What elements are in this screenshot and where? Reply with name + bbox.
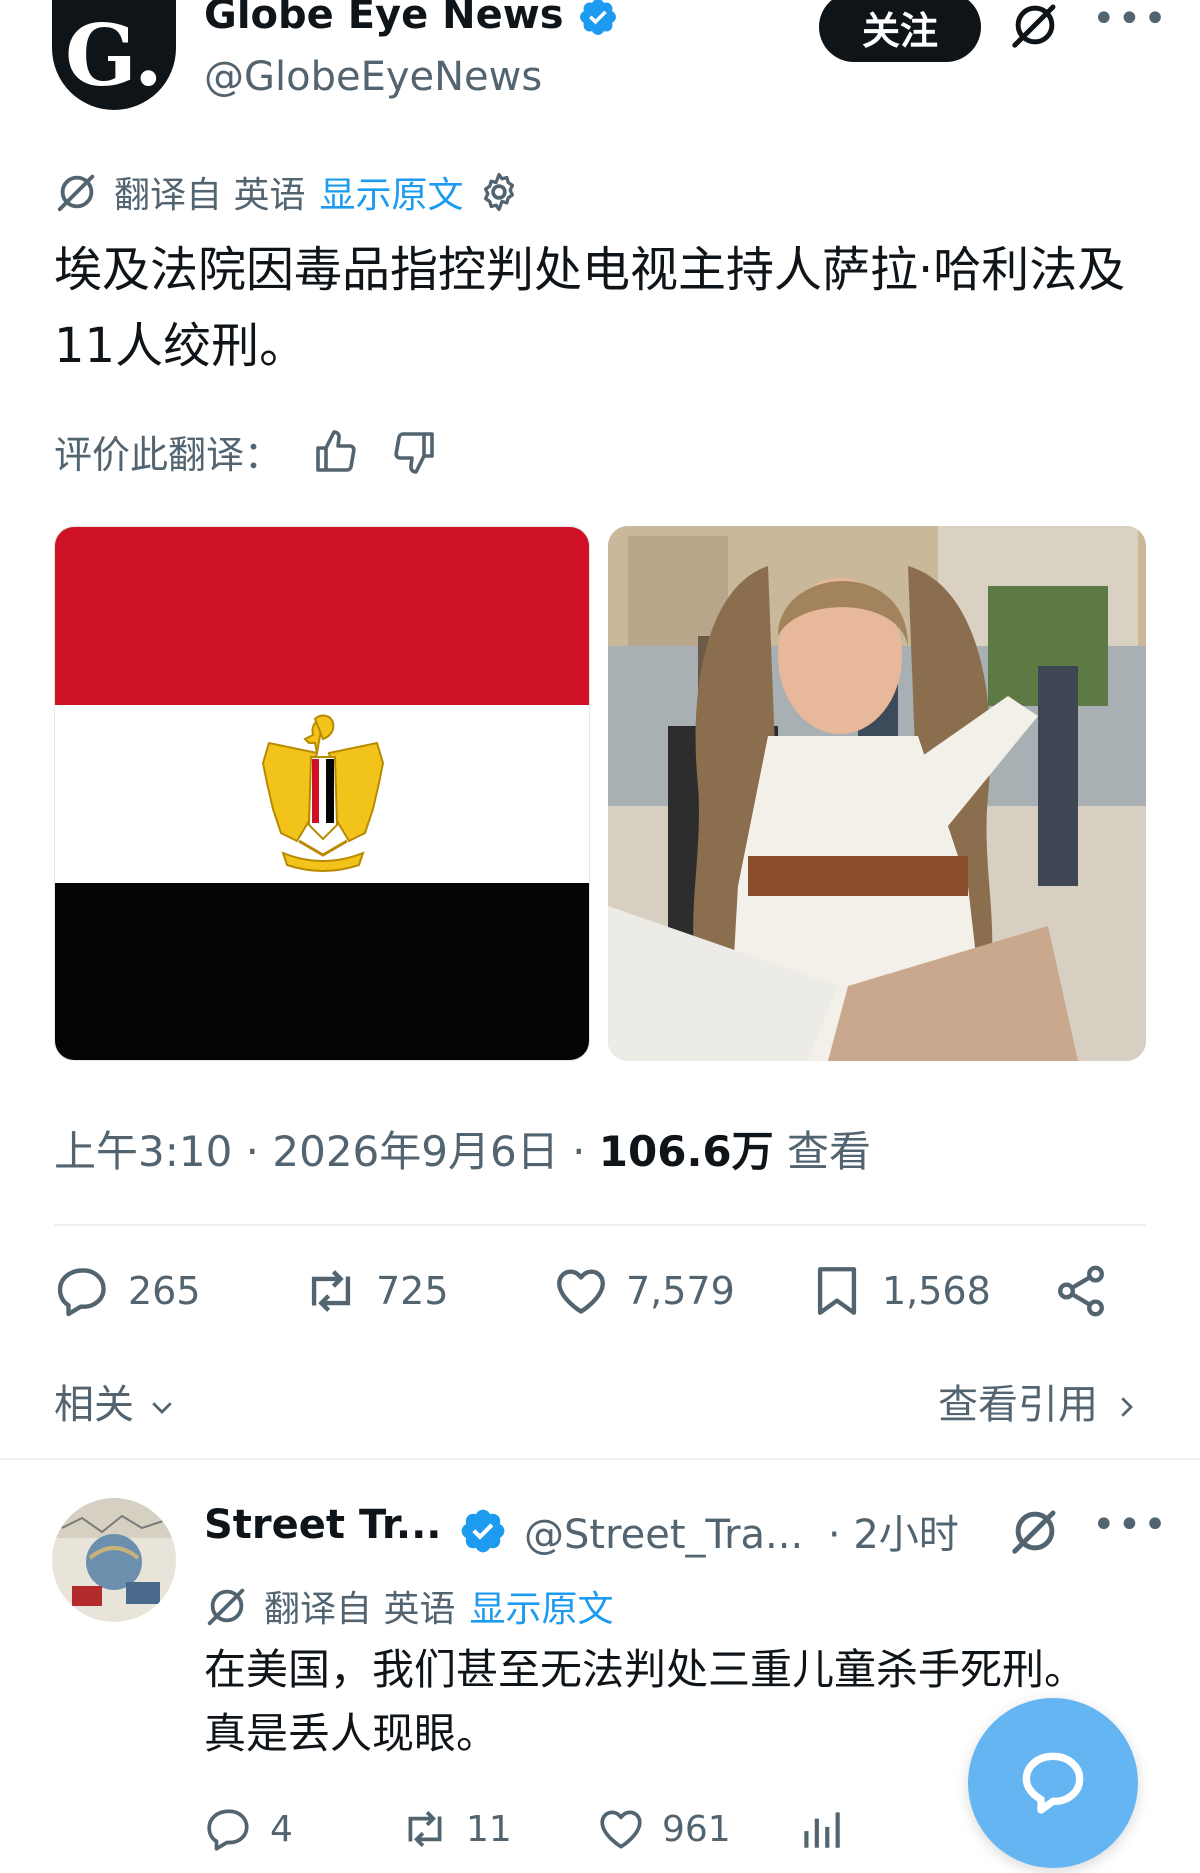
reply-author-name[interactable]: Street Tr... xyxy=(204,1502,441,1548)
translate-icon xyxy=(207,1588,245,1626)
meta-separator: · xyxy=(232,1127,273,1176)
reply-time: · 2小时 xyxy=(827,1512,959,1558)
thumbs-up-icon[interactable] xyxy=(312,428,360,476)
post-text: 埃及法院因毒品指控判处电视主持人萨拉·哈利法及11人绞刑。 xyxy=(54,242,1126,374)
reply-reply-action[interactable]: 4 xyxy=(204,1804,400,1854)
like-action[interactable]: 7,579 xyxy=(552,1262,808,1320)
repost-count: 725 xyxy=(376,1269,449,1313)
like-count: 7,579 xyxy=(626,1269,735,1313)
reply-text: 在美国，我们甚至无法判处三重儿童杀手死刑。真是丢人现眼。 xyxy=(204,1645,1087,1758)
bookmark-action[interactable]: 1,568 xyxy=(808,1262,1052,1320)
reply-reply-count: 4 xyxy=(270,1808,293,1850)
reply-icon xyxy=(207,1809,249,1851)
author-handle[interactable]: @GlobeEyeNews xyxy=(204,54,542,100)
view-count: 106.6万 xyxy=(598,1127,774,1176)
view-quotes-label: 查看引用 xyxy=(938,1382,1098,1428)
rate-translation-label: 评价此翻译： xyxy=(54,433,283,477)
reply-author-handle[interactable]: @Street_Tra... · 2小时 xyxy=(524,1502,959,1560)
more-options-icon[interactable]: ••• xyxy=(1092,0,1169,42)
thumbs-down-icon[interactable] xyxy=(390,428,438,476)
like-icon xyxy=(557,1269,605,1314)
reply-repost-count: 11 xyxy=(466,1808,512,1850)
bookmark-icon xyxy=(817,1267,857,1315)
post-date[interactable]: 2026年9月6日 xyxy=(272,1127,558,1176)
grok-icon[interactable] xyxy=(1008,1504,1062,1558)
author-name[interactable]: Globe Eye News xyxy=(204,0,619,38)
view-quotes-link[interactable]: 查看引用 xyxy=(938,1372,1141,1430)
verified-badge-icon xyxy=(580,0,617,35)
reply-like-count: 961 xyxy=(662,1808,731,1850)
chevron-down-icon xyxy=(151,1402,172,1414)
reply-like-action[interactable]: 961 xyxy=(596,1804,796,1854)
reply-handle-text: @Street_Tra... xyxy=(524,1512,804,1558)
reply-avatar-image xyxy=(52,1498,176,1622)
reply-action[interactable]: 265 xyxy=(54,1262,302,1320)
translate-icon xyxy=(57,174,95,212)
reply-avatar[interactable] xyxy=(52,1498,176,1622)
section-divider xyxy=(0,1458,1200,1460)
grok-icon[interactable] xyxy=(1008,0,1062,52)
show-original-link[interactable]: 显示原文 xyxy=(319,166,463,218)
meta-separator: · xyxy=(558,1127,599,1176)
egypt-flag-image[interactable] xyxy=(54,526,590,1061)
reply-more-options-icon[interactable]: ••• xyxy=(1092,1502,1169,1548)
reply-count: 265 xyxy=(128,1269,201,1313)
compose-button[interactable] xyxy=(968,1698,1138,1868)
reply-translation-row: 翻译自 英语 显示原文 xyxy=(204,1580,613,1632)
flag-red-stripe xyxy=(55,527,589,705)
woman-photo-image[interactable] xyxy=(608,526,1146,1061)
reply-repost-action[interactable]: 11 xyxy=(400,1804,596,1854)
reply-author-name-text: Street Tr... xyxy=(204,1502,442,1548)
translation-row: 翻译自 英语 显示原文 xyxy=(54,166,521,218)
repost-icon xyxy=(311,1270,351,1312)
verified-badge-icon xyxy=(461,1509,505,1553)
like-icon xyxy=(600,1810,642,1849)
reply-show-original-link[interactable]: 显示原文 xyxy=(469,1580,613,1632)
related-toggle[interactable]: 相关 xyxy=(54,1372,177,1430)
author-logo-letter: G. xyxy=(65,5,163,105)
translation-source: 翻译自 英语 xyxy=(114,175,306,216)
reply-icon xyxy=(57,1268,106,1317)
post-actions: 265 725 7,579 1,568 xyxy=(54,1262,1134,1320)
compose-icon xyxy=(1022,1752,1084,1814)
follow-button[interactable]: 关注 xyxy=(819,0,981,62)
share-icon[interactable] xyxy=(1052,1262,1110,1320)
bookmark-count: 1,568 xyxy=(882,1269,991,1313)
analytics-icon[interactable] xyxy=(796,1804,846,1854)
related-label: 相关 xyxy=(54,1382,134,1428)
view-count-label: 查看 xyxy=(773,1127,872,1176)
photo-illustration xyxy=(608,526,1146,1061)
repost-action[interactable]: 725 xyxy=(302,1262,552,1320)
chevron-right-icon xyxy=(1120,1397,1133,1417)
divider xyxy=(54,1224,1146,1226)
post-time[interactable]: 上午3:10 xyxy=(54,1127,232,1176)
flag-white-stripe xyxy=(55,705,589,883)
reply-translation-source: 翻译自 英语 xyxy=(264,1589,456,1630)
author-name-text: Globe Eye News xyxy=(204,0,564,38)
repost-icon xyxy=(408,1811,442,1847)
post-meta: 上午3:10 · 2026年9月6日 · 106.6万 查看 xyxy=(54,1118,871,1179)
rate-translation-row: 评价此翻译： xyxy=(54,424,438,479)
eagle-of-saladin-icon xyxy=(261,714,385,872)
flag-black-stripe xyxy=(55,883,589,1060)
author-avatar[interactable]: G. xyxy=(52,0,176,110)
gear-icon[interactable] xyxy=(477,170,521,214)
